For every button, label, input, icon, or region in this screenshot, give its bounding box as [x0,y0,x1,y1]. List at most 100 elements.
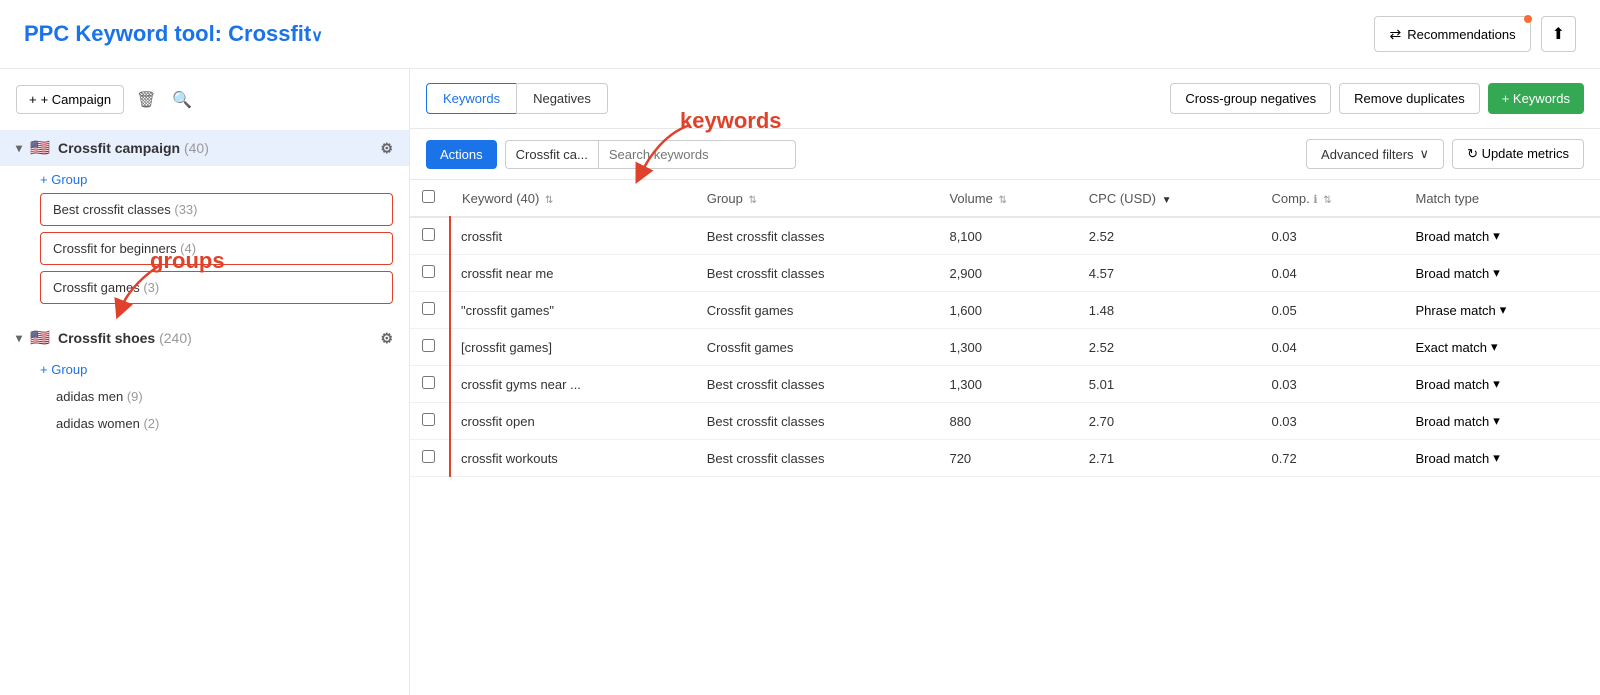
row-keyword: [crossfit games] [450,329,695,366]
group-item-adidas-men[interactable]: adidas men (9) [40,383,409,410]
export-button[interactable]: ⬆ [1541,16,1576,52]
add-campaign-button[interactable]: + + Campaign [16,85,124,114]
recommendations-label: Recommendations [1407,27,1515,42]
row-checkbox-cell [410,292,450,329]
row-checkbox[interactable] [422,302,435,315]
match-type-dropdown[interactable]: Broad match ▾ [1415,376,1499,392]
campaign-name: Crossfit shoes (240) [58,330,372,346]
group-item-best-crossfit[interactable]: Best crossfit classes (33) [40,193,393,226]
title-dynamic: Crossfit [228,21,311,46]
tab-negatives-label: Negatives [533,91,591,106]
row-group: Best crossfit classes [695,366,938,403]
title-chevron[interactable]: ∨ [311,28,323,45]
campaign-filter-tag[interactable]: Crossfit ca... [505,140,598,169]
select-all-checkbox[interactable] [422,190,435,203]
page-title: PPC Keyword tool: Crossfit∨ [24,21,323,47]
table-row: crossfit near me Best crossfit classes 2… [410,255,1600,292]
notification-dot [1524,15,1532,23]
col-keyword: Keyword (40) ⇅ [450,180,695,217]
gear-icon[interactable]: ⚙ [380,140,393,157]
sort-icon-comp[interactable]: ⇅ [1323,195,1331,206]
tab-group: Keywords Negatives [426,83,608,114]
col-comp: Comp. ℹ ⇅ [1259,180,1403,217]
row-volume: 720 [937,440,1076,477]
match-type-dropdown[interactable]: Broad match ▾ [1415,265,1499,281]
row-keyword: crossfit near me [450,255,695,292]
row-group: Best crossfit classes [695,440,938,477]
sort-icon-cpc[interactable]: ▼ [1162,195,1172,206]
update-metrics-button[interactable]: ↻ Update metrics [1452,139,1584,169]
add-keywords-button[interactable]: + Keywords [1488,83,1584,114]
flag-icon: 🇺🇸 [30,328,50,348]
row-checkbox[interactable] [422,450,435,463]
actions-label: Actions [440,147,483,162]
tab-actions: Cross-group negatives Remove duplicates … [1170,83,1584,114]
row-match-type: Exact match ▾ [1403,329,1600,366]
actions-button[interactable]: Actions [426,140,497,169]
sidebar: + + Campaign 🗑 🔍 ▾ 🇺🇸 Crossfit campaign … [0,69,410,695]
chevron-down-icon: ▾ [1491,339,1498,355]
chevron-down-icon: ▾ [16,141,22,155]
remove-duplicates-button[interactable]: Remove duplicates [1339,83,1480,114]
row-comp: 0.05 [1259,292,1403,329]
table-row: [crossfit games] Crossfit games 1,300 2.… [410,329,1600,366]
add-group-button-crossfit[interactable]: + Group [0,166,409,193]
sort-icon-group[interactable]: ⇅ [748,195,756,206]
search-button[interactable]: 🔍 [168,86,196,114]
group-list-crossfit: Best crossfit classes (33) Crossfit for … [0,193,409,304]
tab-negatives[interactable]: Negatives [516,83,608,114]
gear-icon[interactable]: ⚙ [380,330,393,347]
col-cpc: CPC (USD) ▼ [1077,180,1260,217]
group-item-crossfit-beginners[interactable]: Crossfit for beginners (4) [40,232,393,265]
row-volume: 880 [937,403,1076,440]
sort-icon-volume[interactable]: ⇅ [998,195,1006,206]
match-type-dropdown[interactable]: Broad match ▾ [1415,450,1499,466]
row-checkbox[interactable] [422,228,435,241]
add-campaign-label: + Campaign [41,92,111,107]
group-item-crossfit-games[interactable]: Crossfit games (3) [40,271,393,304]
cross-group-negatives-button[interactable]: Cross-group negatives [1170,83,1331,114]
remove-duplicates-label: Remove duplicates [1354,91,1465,106]
row-volume: 1,300 [937,366,1076,403]
campaign-item-crossfit[interactable]: ▾ 🇺🇸 Crossfit campaign (40) ⚙ [0,130,409,166]
info-icon[interactable]: ℹ [1313,194,1317,206]
sidebar-toolbar: + + Campaign 🗑 🔍 [0,85,409,130]
row-match-type: Broad match ▾ [1403,255,1600,292]
match-type-dropdown[interactable]: Exact match ▾ [1415,339,1497,355]
row-checkbox[interactable] [422,413,435,426]
flag-icon: 🇺🇸 [30,138,50,158]
search-input[interactable] [598,140,796,169]
row-cpc: 2.52 [1077,217,1260,255]
recommendations-button[interactable]: ⇄ Recommendations [1374,16,1530,52]
table-body: crossfit Best crossfit classes 8,100 2.5… [410,217,1600,477]
row-checkbox[interactable] [422,339,435,352]
table-row: "crossfit games" Crossfit games 1,600 1.… [410,292,1600,329]
match-type-dropdown[interactable]: Phrase match ▾ [1415,302,1506,318]
chevron-down-icon: ▾ [1493,265,1500,281]
row-checkbox-cell [410,366,450,403]
add-group-button-shoes[interactable]: + Group [0,356,409,383]
delete-icon: 🗑 [136,92,156,109]
table-row: crossfit Best crossfit classes 8,100 2.5… [410,217,1600,255]
header-actions: ⇄ Recommendations ⬆ [1374,16,1576,52]
group-item-adidas-women[interactable]: adidas women (2) [40,410,409,437]
advanced-filters-label: Advanced filters [1321,147,1414,162]
col-volume: Volume ⇅ [937,180,1076,217]
row-checkbox-cell [410,440,450,477]
row-checkbox-cell [410,403,450,440]
match-type-dropdown[interactable]: Broad match ▾ [1415,413,1499,429]
plus-icon: + [29,92,37,107]
match-type-dropdown[interactable]: Broad match ▾ [1415,228,1499,244]
export-icon: ⬆ [1552,26,1565,43]
chevron-down-icon: ▾ [1500,302,1507,318]
tab-keywords[interactable]: Keywords [426,83,516,114]
row-volume: 2,900 [937,255,1076,292]
sort-icon-keyword[interactable]: ⇅ [545,195,553,206]
row-checkbox[interactable] [422,376,435,389]
row-checkbox[interactable] [422,265,435,278]
delete-button[interactable]: 🗑 [132,86,160,114]
chevron-down-icon: ▾ [1493,413,1500,429]
advanced-filters-button[interactable]: Advanced filters ∨ [1306,139,1444,169]
campaign-item-shoes[interactable]: ▾ 🇺🇸 Crossfit shoes (240) ⚙ [0,320,409,356]
chevron-down-icon: ▾ [16,331,22,345]
